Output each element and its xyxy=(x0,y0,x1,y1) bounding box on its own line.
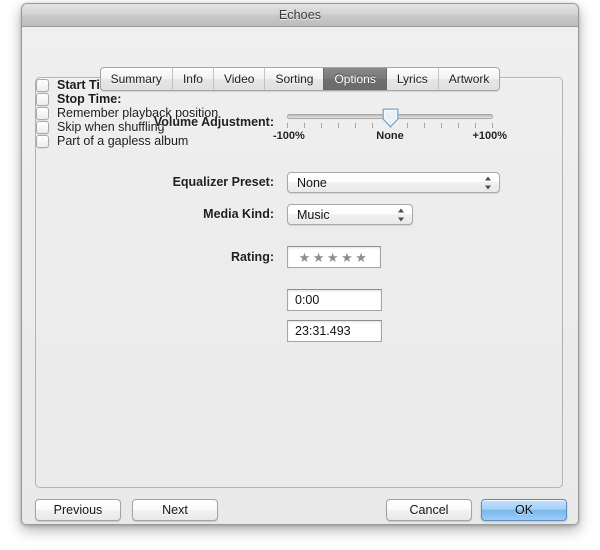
window-titlebar: Echoes xyxy=(22,4,578,27)
slider-min-label: -100% xyxy=(273,130,305,142)
tab-label: Lyrics xyxy=(396,72,428,86)
tab-lyrics[interactable]: Lyrics xyxy=(385,68,438,90)
previous-button[interactable]: Previous xyxy=(35,499,121,521)
tab-label: Summary xyxy=(110,72,162,86)
tab-video[interactable]: Video xyxy=(212,68,264,90)
equalizer-preset-dropdown[interactable]: None xyxy=(287,172,500,193)
gapless-album-checkbox[interactable] xyxy=(36,134,49,148)
media-kind-value: Music xyxy=(297,207,330,222)
slider-tick xyxy=(458,123,459,128)
tab-label: Artwork xyxy=(448,72,490,86)
window-title: Echoes xyxy=(278,8,322,22)
track-options-dialog: Echoes Volume Adjustment: -100% None +10… xyxy=(21,3,579,525)
next-button[interactable]: Next xyxy=(132,499,218,521)
stop-time-row: Stop Time: xyxy=(36,92,562,106)
tab-bar: Summary Info Video Sorting Options Lyric… xyxy=(22,67,578,91)
tab-label: Options xyxy=(334,72,376,86)
slider-tick xyxy=(424,123,425,128)
slider-tick xyxy=(492,123,493,128)
equalizer-preset-value: None xyxy=(297,175,327,190)
volume-adjustment-slider[interactable]: -100% None +100% xyxy=(273,108,507,147)
media-kind-dropdown[interactable]: Music xyxy=(287,204,413,225)
tab-artwork[interactable]: Artwork xyxy=(437,68,500,90)
slider-tick xyxy=(355,123,356,128)
gapless-album-label: Part of a gapless album xyxy=(57,134,189,148)
start-time-input[interactable]: 0:00 xyxy=(287,289,382,311)
volume-adjustment-label: Volume Adjustment: xyxy=(153,115,274,129)
tab-options[interactable]: Options xyxy=(323,68,386,90)
stop-time-input[interactable]: 23:31.493 xyxy=(287,320,382,342)
next-button-label: Next xyxy=(162,503,188,517)
slider-tick xyxy=(475,123,476,128)
tab-label: Video xyxy=(223,72,255,86)
cancel-button[interactable]: Cancel xyxy=(386,499,472,521)
slider-tick xyxy=(407,123,408,128)
options-panel: Volume Adjustment: -100% None +100% Equa… xyxy=(35,77,563,488)
equalizer-preset-label: Equalizer Preset: xyxy=(172,175,274,189)
cancel-button-label: Cancel xyxy=(409,503,449,517)
slider-tick xyxy=(321,123,322,128)
ok-button[interactable]: OK xyxy=(481,499,567,521)
start-time-value: 0:00 xyxy=(295,293,320,307)
tab-strip: Summary Info Video Sorting Options Lyric… xyxy=(99,67,501,91)
tab-label: Info xyxy=(182,72,203,86)
slider-tick xyxy=(441,123,442,128)
stop-time-label: Stop Time: xyxy=(57,92,122,106)
slider-tick xyxy=(304,123,305,128)
chevron-updown-icon xyxy=(485,176,492,189)
stop-time-checkbox[interactable] xyxy=(36,92,49,106)
slider-thumb[interactable] xyxy=(382,108,399,128)
stop-time-value: 23:31.493 xyxy=(295,324,351,338)
rating-field[interactable]: ★★★★★ xyxy=(287,246,381,268)
tab-info[interactable]: Info xyxy=(171,68,213,90)
slider-max-label: +100% xyxy=(472,130,507,142)
star-icons[interactable]: ★★★★★ xyxy=(299,251,370,264)
tab-summary[interactable]: Summary xyxy=(101,68,172,90)
chevron-updown-icon xyxy=(398,208,405,221)
slider-mid-label: None xyxy=(376,130,404,142)
rating-label: Rating: xyxy=(230,250,274,264)
slider-tick xyxy=(372,123,373,128)
ok-button-label: OK xyxy=(514,503,534,517)
tab-label: Sorting xyxy=(275,72,314,86)
tab-sorting[interactable]: Sorting xyxy=(264,68,323,90)
dialog-body: Volume Adjustment: -100% None +100% Equa… xyxy=(22,27,578,524)
slider-tick xyxy=(338,123,339,128)
previous-button-label: Previous xyxy=(53,503,103,517)
media-kind-label: Media Kind: xyxy=(203,207,274,221)
slider-tick xyxy=(287,123,288,128)
